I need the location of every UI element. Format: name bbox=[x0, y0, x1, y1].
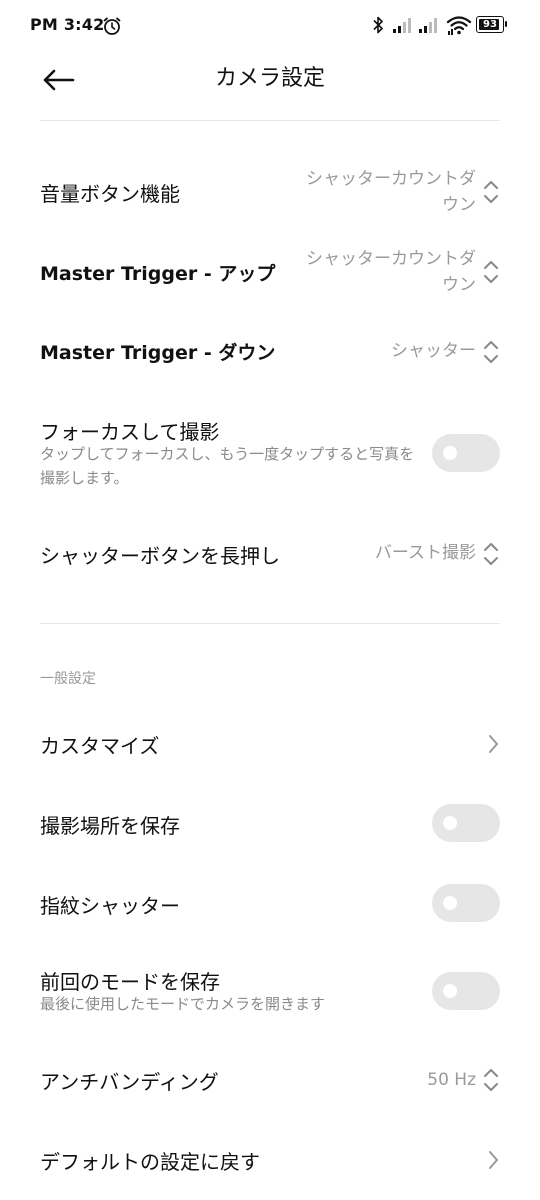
signal-strength-icon-2 bbox=[419, 18, 437, 33]
setting-subtitle: 最後に使用したモードでカメラを開きます bbox=[40, 995, 326, 1013]
setting-value-line1: シャッターカウントダ bbox=[306, 249, 476, 269]
setting-value: シャッターカウントダ ウン bbox=[306, 246, 476, 298]
up-down-chevron-icon bbox=[484, 341, 498, 363]
battery-indicator: 93 bbox=[476, 16, 507, 33]
setting-save-location[interactable]: 撮影場所を保存 bbox=[0, 796, 540, 852]
setting-focus-shoot[interactable]: フォーカスして撮影 タップしてフォーカスし、もう一度タップすると写真を撮影します… bbox=[0, 410, 540, 496]
setting-title: アンチバンディング bbox=[40, 1070, 219, 1094]
setting-title: 指紋シャッター bbox=[40, 894, 180, 918]
setting-value: バースト撮影 bbox=[374, 543, 476, 563]
setting-title: 撮影場所を保存 bbox=[40, 814, 180, 838]
battery-cap bbox=[505, 21, 507, 27]
setting-value-line2: ウン bbox=[442, 275, 476, 295]
status-bar: PM 3:42 93 bbox=[0, 0, 540, 52]
setting-master-trigger-down[interactable]: Master Trigger - ダウン シャッター bbox=[0, 326, 540, 378]
setting-title: カスタマイズ bbox=[40, 734, 160, 758]
setting-title: デフォルトの設定に戻す bbox=[40, 1150, 260, 1174]
focus-shoot-toggle[interactable] bbox=[432, 434, 500, 472]
up-down-chevron-icon bbox=[484, 261, 498, 283]
setting-value-line1: シャッターカウントダ bbox=[306, 169, 476, 189]
setting-master-trigger-up[interactable]: Master Trigger - アップ シャッターカウントダ ウン bbox=[0, 238, 540, 310]
setting-title: Master Trigger - ダウン bbox=[40, 342, 276, 364]
setting-value: シャッター bbox=[391, 341, 476, 361]
setting-title: Master Trigger - アップ bbox=[40, 263, 276, 285]
setting-fingerprint-shutter[interactable]: 指紋シャッター bbox=[0, 876, 540, 932]
bluetooth-icon bbox=[373, 16, 383, 34]
setting-title: フォーカスして撮影 bbox=[40, 420, 220, 444]
toggle-knob bbox=[443, 984, 457, 998]
setting-save-last-mode[interactable]: 前回のモードを保存 最後に使用したモードでカメラを開きます bbox=[0, 962, 540, 1026]
signal-strength-icon bbox=[393, 18, 411, 33]
page-title: カメラ設定 bbox=[214, 66, 325, 91]
save-last-mode-toggle[interactable] bbox=[432, 972, 500, 1010]
setting-subtitle: タップしてフォーカスし、もう一度タップすると写真を撮影します。 bbox=[40, 445, 415, 487]
up-down-chevron-icon bbox=[484, 543, 498, 565]
setting-value-line2: ウン bbox=[442, 195, 476, 215]
fingerprint-shutter-toggle[interactable] bbox=[432, 884, 500, 922]
up-down-chevron-icon bbox=[484, 1069, 498, 1091]
toggle-knob bbox=[443, 816, 457, 830]
chevron-right-icon bbox=[489, 735, 498, 753]
setting-customize[interactable]: カスタマイズ bbox=[0, 718, 540, 770]
setting-volume-button[interactable]: 音量ボタン機能 シャッターカウントダ ウン bbox=[0, 158, 540, 230]
setting-title: シャッターボタンを長押し bbox=[40, 544, 280, 568]
alarm-icon bbox=[103, 17, 121, 35]
setting-reset-defaults[interactable]: デフォルトの設定に戻す bbox=[0, 1134, 540, 1186]
chevron-right-icon bbox=[489, 1151, 498, 1169]
toggle-knob bbox=[443, 896, 457, 910]
up-down-chevron-icon bbox=[484, 181, 498, 203]
status-time: PM 3:42 bbox=[30, 15, 105, 34]
section-divider bbox=[40, 623, 500, 624]
setting-long-press[interactable]: シャッターボタンを長押し バースト撮影 bbox=[0, 528, 540, 580]
setting-title: 前回のモードを保存 bbox=[40, 970, 220, 994]
setting-title: 音量ボタン機能 bbox=[40, 182, 180, 206]
toggle-knob bbox=[443, 446, 457, 460]
header-divider bbox=[40, 120, 500, 121]
battery-percent: 93 bbox=[483, 19, 497, 30]
setting-antibanding[interactable]: アンチバンディング 50 Hz bbox=[0, 1054, 540, 1106]
save-location-toggle[interactable] bbox=[432, 804, 500, 842]
section-header-general: 一般設定 bbox=[40, 671, 96, 687]
wifi-icon bbox=[446, 16, 472, 35]
setting-value: シャッターカウントダ ウン bbox=[306, 166, 476, 218]
setting-value: 50 Hz bbox=[427, 1070, 476, 1090]
